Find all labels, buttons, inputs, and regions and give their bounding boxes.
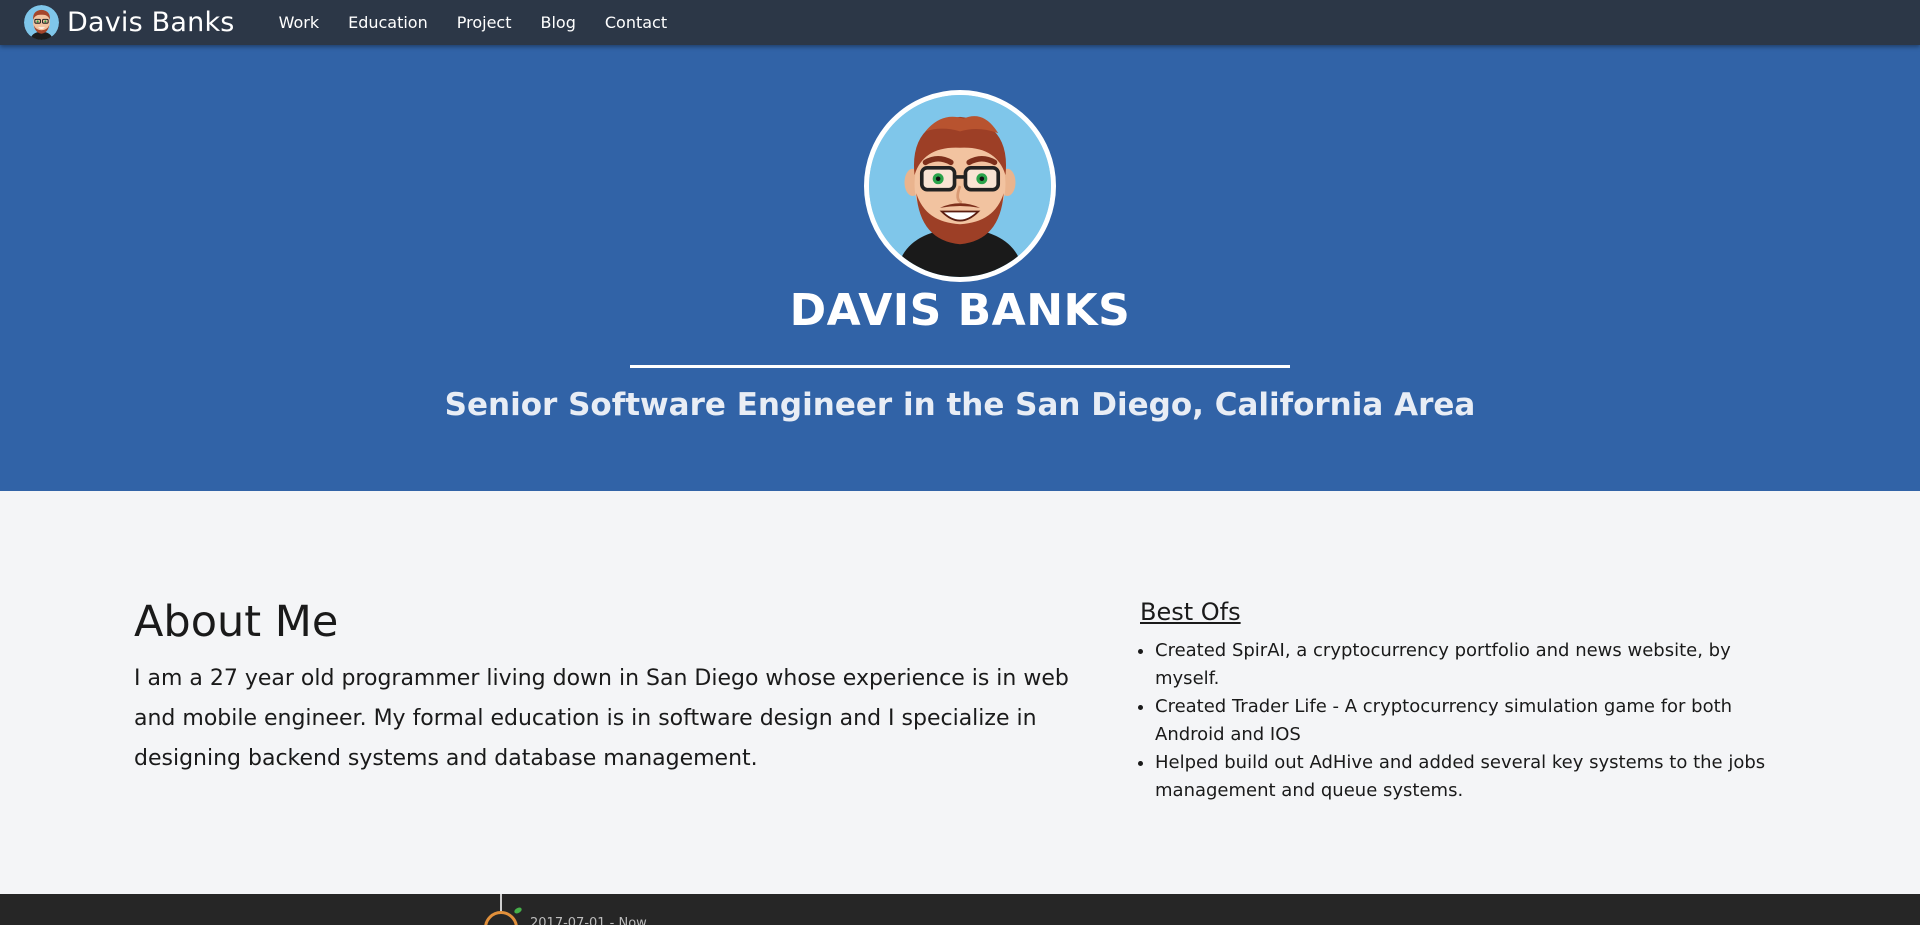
- list-item: Created SpirAI, a cryptocurrency portfol…: [1155, 637, 1770, 693]
- timeline-section: 2017-07-01 - Now: [0, 894, 1920, 925]
- nav-link-contact[interactable]: Contact: [605, 13, 667, 32]
- nav-links: Work Education Project Blog Contact: [279, 13, 697, 32]
- hero-subtitle: Senior Software Engineer in the San Dieg…: [444, 387, 1476, 423]
- hero-divider: [630, 365, 1290, 368]
- nav-link-education[interactable]: Education: [348, 13, 428, 32]
- profile-avatar-icon: [864, 90, 1056, 282]
- nav-link-work[interactable]: Work: [279, 13, 320, 32]
- about-body: I am a 27 year old programmer living dow…: [134, 666, 1069, 771]
- about-title: About Me: [134, 597, 339, 647]
- hero-name: DAVIS BANKS: [789, 285, 1131, 336]
- leaf-icon: [513, 906, 523, 915]
- best-ofs-title: Best Ofs: [1140, 598, 1241, 626]
- brand-link[interactable]: Davis Banks: [24, 5, 235, 40]
- brand-avatar-icon: [24, 5, 59, 40]
- brand-name: Davis Banks: [67, 7, 235, 38]
- nav-link-project[interactable]: Project: [457, 13, 512, 32]
- list-item: Helped build out AdHive and added severa…: [1155, 749, 1770, 805]
- top-navbar: Davis Banks Work Education Project Blog …: [0, 0, 1920, 45]
- timeline-date: 2017-07-01 - Now: [530, 916, 647, 925]
- list-item: Created Trader Life - A cryptocurrency s…: [1155, 693, 1770, 749]
- about-section: About Me I am a 27 year old programmer l…: [0, 491, 1920, 894]
- hero-section: DAVIS BANKS Senior Software Engineer in …: [0, 45, 1920, 491]
- nav-link-blog[interactable]: Blog: [540, 13, 575, 32]
- timeline-node-icon: [484, 911, 518, 925]
- best-ofs-list: Created SpirAI, a cryptocurrency portfol…: [1155, 637, 1770, 805]
